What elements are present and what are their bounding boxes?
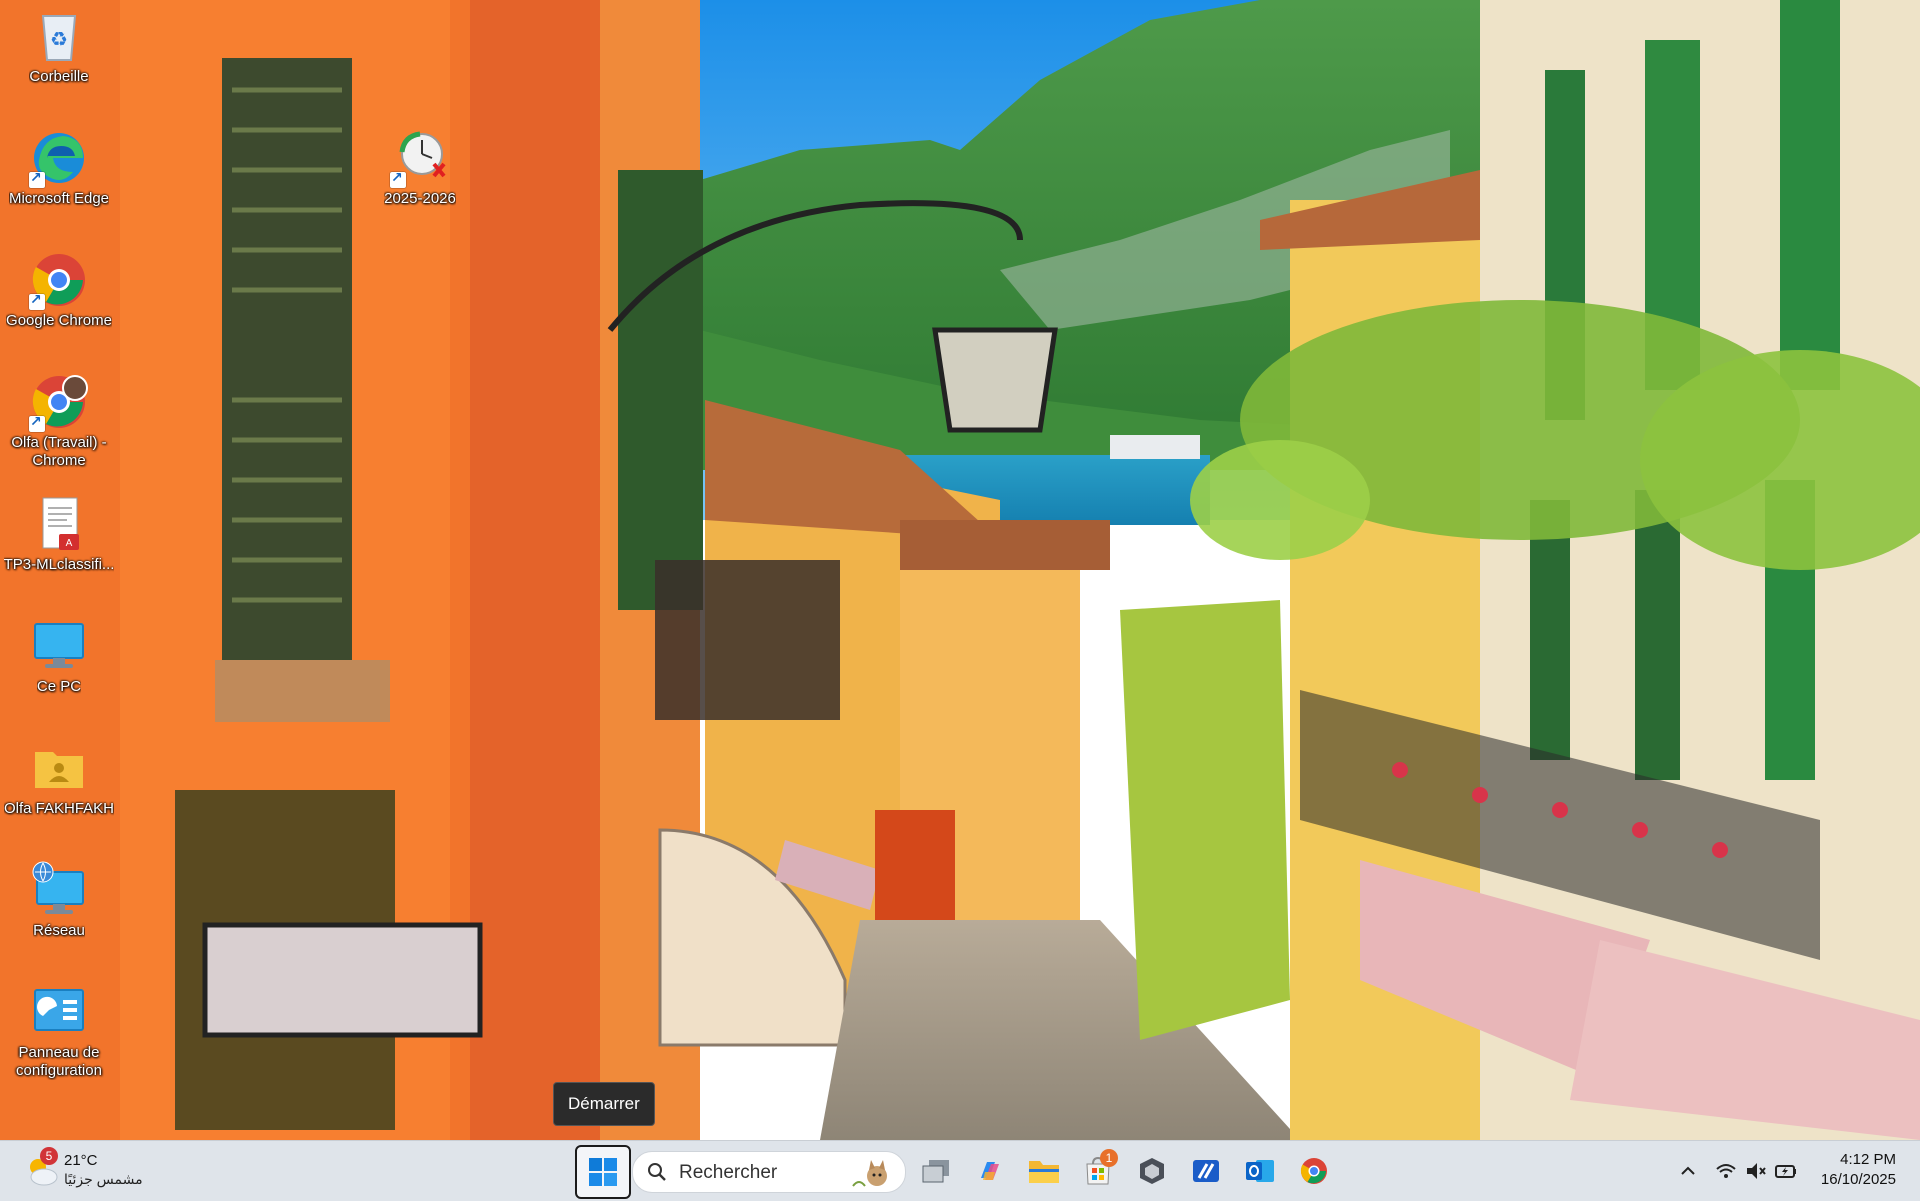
weather-condition: مشمس جزئيًا	[64, 1171, 143, 1187]
system-clock[interactable]: 4:12 PM 16/10/2025	[1821, 1150, 1896, 1190]
start-button[interactable]	[575, 1145, 631, 1199]
clock-shortcut-icon	[390, 128, 450, 188]
desktop-icon-label: Olfa (Travail) - Chrome	[11, 434, 107, 469]
desktop-icon-label: Panneau de configuration	[16, 1044, 102, 1079]
microsoft-store-button[interactable]: 1	[1074, 1147, 1122, 1195]
task-view-icon	[922, 1160, 949, 1183]
search-highlight-cat-icon	[852, 1160, 887, 1187]
desktop-icon-label: TP3-MLclassifi...	[3, 556, 115, 573]
copilot-button[interactable]	[966, 1147, 1014, 1195]
pdf-file-icon: A	[29, 494, 89, 554]
desktop-icon-label: Microsoft Edge	[8, 190, 110, 207]
desktop-icon-network[interactable]: Réseau	[0, 860, 118, 940]
search-icon	[648, 1163, 666, 1181]
network-icon	[29, 860, 89, 920]
app-cube-button[interactable]	[1128, 1147, 1176, 1195]
chevron-up-icon[interactable]	[1676, 1159, 1700, 1183]
desktop-icon-control-panel[interactable]: Panneau de configuration	[0, 982, 118, 1080]
wifi-icon[interactable]	[1714, 1159, 1738, 1183]
search-placeholder: Rechercher	[679, 1162, 778, 1183]
battery-charging-icon[interactable]	[1774, 1159, 1798, 1183]
taskbar: 5 21°C مشمس جزئيًا Rechercher 1 4:12 PM …	[0, 1140, 1920, 1201]
file-explorer-button[interactable]	[1020, 1147, 1068, 1195]
chrome-icon	[1300, 1158, 1327, 1184]
weather-widget[interactable]: 5 21°C مشمس جزئيًا	[24, 1147, 164, 1193]
desktop-icon-user-folder[interactable]: Olfa FAKHFAKH	[0, 738, 118, 818]
edge-icon	[29, 128, 89, 188]
desktop-icon-label: Corbeille	[29, 68, 89, 85]
stylus-app-icon	[1193, 1160, 1219, 1182]
clock-time: 4:12 PM	[1840, 1151, 1896, 1168]
svg-text:♻: ♻	[50, 29, 68, 51]
start-tooltip: Démarrer	[553, 1082, 655, 1126]
shortcut-arrow-icon	[390, 169, 406, 188]
chrome-profile-icon	[29, 372, 89, 432]
task-view-button[interactable]	[912, 1147, 960, 1195]
desktop-wallpaper	[0, 0, 1920, 1140]
outlook-icon	[1246, 1160, 1274, 1182]
weather-temperature: 21°C	[64, 1152, 98, 1169]
desktop-icon-this-pc[interactable]: Ce PC	[0, 616, 118, 696]
desktop-icon-label: Ce PC	[36, 678, 82, 695]
user-folder-icon	[29, 738, 89, 798]
monitor-icon	[29, 616, 89, 676]
copilot-icon	[981, 1162, 999, 1180]
weather-badge: 5	[40, 1147, 58, 1165]
windows-logo-icon	[589, 1158, 617, 1186]
volume-muted-icon[interactable]	[1744, 1159, 1768, 1183]
app-stylus-button[interactable]	[1182, 1147, 1230, 1195]
store-badge: 1	[1100, 1149, 1118, 1167]
chrome-icon	[29, 250, 89, 310]
control-panel-icon	[29, 982, 89, 1042]
recycle-bin-icon: ♻	[29, 6, 89, 66]
shortcut-arrow-icon	[29, 291, 45, 310]
folder-icon	[1029, 1161, 1059, 1183]
cube-app-icon	[1140, 1158, 1164, 1184]
search-box[interactable]: Rechercher	[632, 1151, 906, 1193]
desktop-icon-label: 2025-2026	[384, 190, 456, 207]
shortcut-arrow-icon	[29, 169, 45, 188]
shortcut-arrow-icon	[29, 413, 45, 432]
desktop-icon-label: Google Chrome	[6, 312, 112, 329]
desktop-icon-label: Réseau	[33, 922, 85, 939]
desktop-icon-label: Olfa FAKHFAKH	[3, 800, 115, 817]
chrome-taskbar-button[interactable]	[1290, 1147, 1338, 1195]
desktop-icon-google-chrome[interactable]: Google Chrome	[0, 250, 118, 330]
desktop-icon-edge[interactable]: Microsoft Edge	[0, 128, 118, 208]
svg-text:A: A	[66, 538, 73, 549]
desktop-icon-recycle-bin[interactable]: ♻ Corbeille	[0, 6, 118, 86]
desktop-icon-chrome-profile[interactable]: Olfa (Travail) - Chrome	[0, 372, 118, 470]
outlook-button[interactable]	[1236, 1147, 1284, 1195]
desktop-icon-2025-2026[interactable]: 2025-2026	[361, 128, 479, 208]
clock-date: 16/10/2025	[1820, 1171, 1896, 1188]
desktop-icon-pdf-file[interactable]: A TP3-MLclassifi...	[0, 494, 118, 574]
